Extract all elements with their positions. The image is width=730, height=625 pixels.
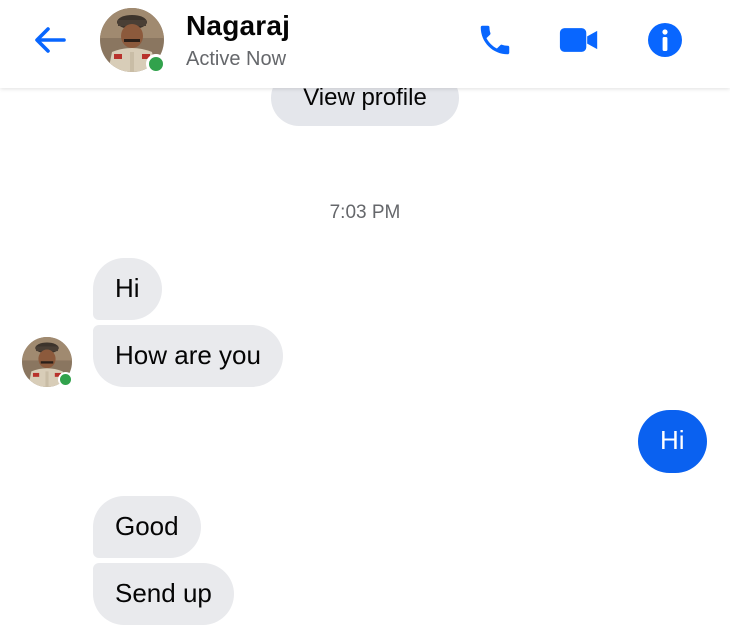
info-icon xyxy=(648,23,682,57)
incoming-message[interactable]: Hi xyxy=(93,258,162,320)
video-call-button[interactable] xyxy=(559,20,599,60)
contact-name: Nagaraj xyxy=(186,10,291,41)
message-timestamp: 7:03 PM xyxy=(329,202,401,223)
phone-icon xyxy=(480,25,510,55)
incoming-message[interactable]: How are you xyxy=(93,325,283,387)
contact-avatar[interactable] xyxy=(100,8,166,74)
active-status: Active Now xyxy=(186,48,287,70)
back-button[interactable] xyxy=(28,22,72,58)
video-camera-icon xyxy=(559,28,598,52)
info-button[interactable] xyxy=(645,20,685,60)
voice-call-button[interactable] xyxy=(475,20,515,60)
sender-avatar[interactable] xyxy=(22,337,73,387)
outgoing-message[interactable]: Hi xyxy=(638,410,707,473)
incoming-message[interactable]: Good xyxy=(93,496,201,558)
online-status-dot xyxy=(58,372,73,387)
online-status-dot xyxy=(146,54,166,74)
conversation-header: Nagaraj Active Now xyxy=(0,0,730,88)
arrow-left-icon xyxy=(35,27,66,53)
incoming-message[interactable]: Send up xyxy=(93,563,234,625)
